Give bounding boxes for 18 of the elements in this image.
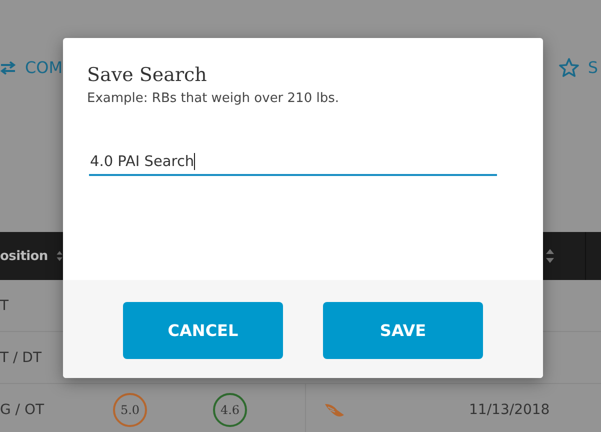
dialog-button[interactable]: SAVE — [323, 302, 483, 359]
search-name-field[interactable]: 4.0 PAI Search — [89, 153, 497, 176]
wing-icon — [324, 402, 346, 418]
table-cell: T — [0, 298, 9, 314]
sort-icon[interactable] — [545, 248, 555, 264]
column-header: osition — [0, 248, 48, 264]
score-badge: 4.6 — [213, 392, 247, 426]
table-cell: 11/13/2018 — [469, 402, 550, 418]
toolbar-link[interactable]: S — [588, 58, 598, 77]
star-icon — [558, 58, 579, 77]
swap-icon — [0, 60, 16, 74]
dialog-hint: Example: RBs that weigh over 210 lbs. — [87, 91, 340, 106]
score-badge: 5.0 — [113, 392, 147, 426]
table-cell: G / OT — [0, 402, 44, 418]
dialog-title: Save Search — [87, 64, 208, 86]
toolbar-link[interactable]: COM — [25, 58, 63, 77]
dialog-button[interactable]: CANCEL — [123, 302, 283, 359]
table-cell: T / DT — [0, 350, 42, 366]
